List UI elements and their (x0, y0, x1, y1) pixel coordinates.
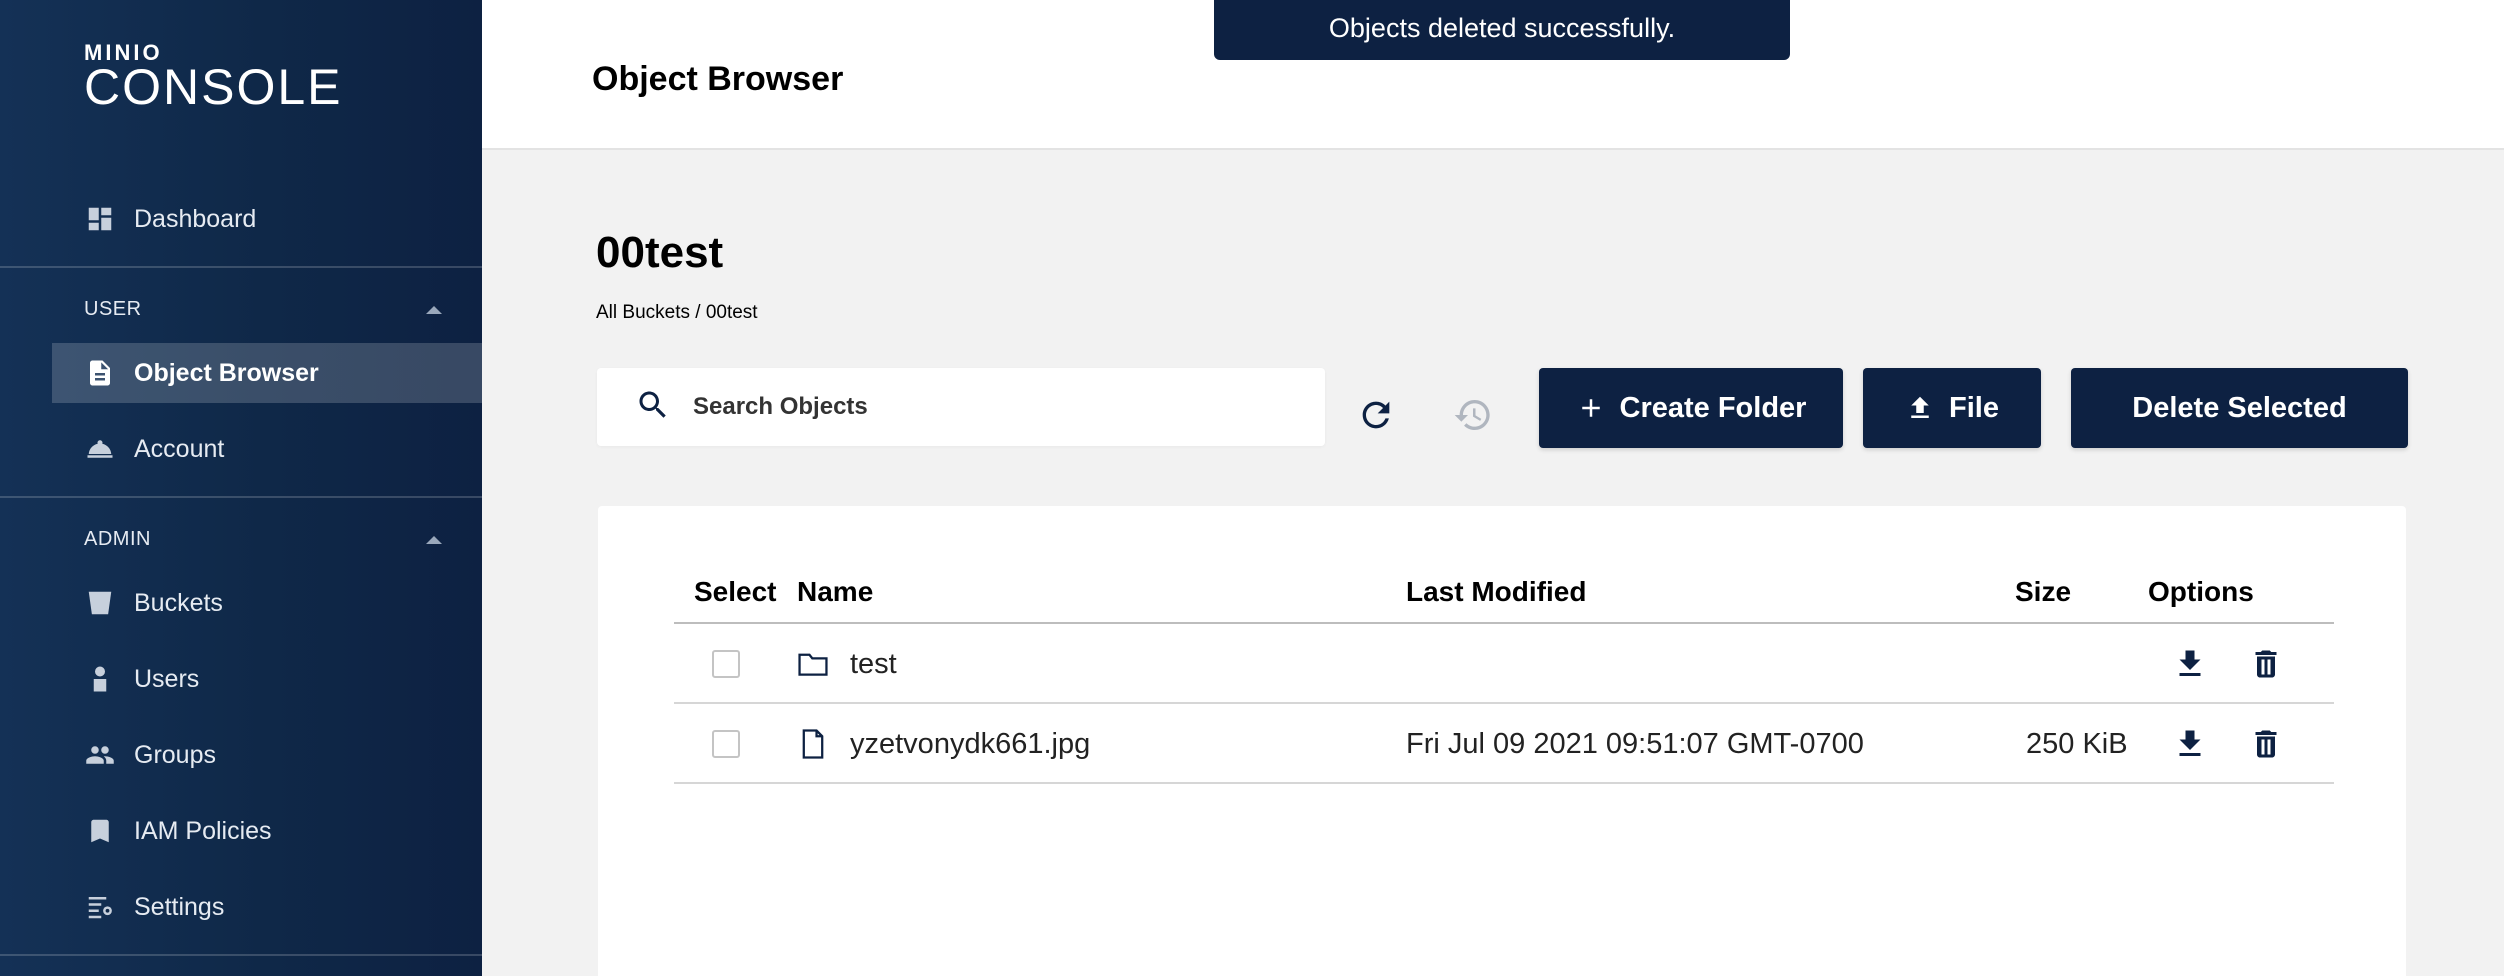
search-box[interactable] (597, 368, 1325, 446)
delete-selected-label: Delete Selected (2132, 391, 2347, 424)
sidebar-item-dashboard[interactable]: Dashboard (52, 189, 482, 249)
object-name[interactable]: yzetvonydk661.jpg (850, 704, 1090, 784)
sidebar-item-groups[interactable]: Groups (52, 725, 482, 785)
column-header-size[interactable]: Size (2015, 576, 2071, 608)
search-input[interactable] (693, 393, 1293, 421)
create-folder-label: Create Folder (1619, 391, 1807, 424)
upload-file-label: File (1949, 391, 1999, 424)
sidebar-item-label: Object Browser (134, 358, 319, 387)
service-bell-icon (84, 433, 116, 465)
bookmark-icon (84, 815, 116, 847)
sidebar-divider (0, 266, 482, 268)
folder-icon (796, 624, 830, 704)
sidebar-divider (0, 954, 482, 956)
search-icon (635, 387, 693, 428)
document-icon (84, 357, 116, 389)
sidebar-item-label: Account (134, 434, 225, 463)
object-name[interactable]: test (850, 624, 897, 704)
table-header: Select Name Last Modified Size Options (674, 564, 2334, 624)
groups-icon (84, 739, 116, 771)
plus-icon (1581, 399, 1600, 417)
sidebar-divider (0, 496, 482, 498)
trash-icon (2255, 730, 2277, 758)
sidebar-item-account[interactable]: Account (52, 419, 482, 479)
success-toast: Objects deleted successfully. (1214, 0, 1790, 60)
sidebar-item-object-browser[interactable]: Object Browser (52, 343, 482, 403)
section-label-admin: ADMIN (84, 528, 151, 550)
column-header-select: Select (694, 576, 777, 607)
rewind-button[interactable] (1448, 390, 1498, 440)
collapse-caret-icon[interactable] (426, 306, 442, 314)
breadcrumb[interactable]: All Buckets / 00test (596, 302, 758, 324)
logo-bottom-text: CONSOLE (84, 59, 343, 115)
refresh-icon (1362, 401, 1390, 429)
download-button[interactable] (2172, 624, 2208, 704)
bucket-icon (84, 587, 116, 619)
user-icon (84, 663, 116, 695)
delete-selected-button[interactable]: Delete Selected (2071, 368, 2408, 448)
file-icon (796, 704, 830, 784)
page-title: Object Browser (592, 60, 844, 98)
minio-console-logo[interactable]: MINIO CONSOLE (84, 42, 343, 115)
table-row[interactable]: test (674, 624, 2334, 704)
refresh-button[interactable] (1351, 390, 1401, 440)
sidebar-item-label: Groups (134, 740, 216, 769)
column-header-name[interactable]: Name (797, 576, 873, 608)
bucket-title: 00test (596, 228, 724, 277)
delete-button[interactable] (2248, 624, 2284, 704)
delete-button[interactable] (2248, 704, 2284, 784)
sidebar-item-label: Settings (134, 892, 225, 921)
column-header-options: Options (2148, 576, 2254, 607)
table-row[interactable]: yzetvonydk661.jpg Fri Jul 09 2021 09:51:… (674, 704, 2334, 784)
sidebar-item-label: Users (134, 664, 200, 693)
dashboard-icon (84, 203, 116, 235)
upload-icon (1911, 396, 1929, 418)
sidebar: MINIO CONSOLE Dashboard USER Object Brow… (0, 0, 482, 976)
page-header: Object Browser Objects deleted successfu… (482, 0, 2504, 150)
row-checkbox[interactable] (712, 730, 740, 758)
row-checkbox[interactable] (712, 650, 740, 678)
sidebar-item-users[interactable]: Users (52, 649, 482, 709)
download-button[interactable] (2172, 704, 2208, 784)
download-icon (2179, 650, 2201, 676)
object-last-modified: Fri Jul 09 2021 09:51:07 GMT-0700 (1406, 727, 1864, 760)
settings-icon (84, 891, 116, 923)
sidebar-item-label: Buckets (134, 588, 223, 617)
create-folder-button[interactable]: Create Folder (1539, 368, 1843, 448)
sidebar-item-settings[interactable]: Settings (52, 877, 482, 937)
section-label-user: USER (84, 298, 142, 320)
upload-file-button[interactable]: File (1863, 368, 2041, 448)
download-icon (2179, 730, 2201, 756)
sidebar-item-label: Dashboard (134, 204, 257, 233)
column-header-last-modified[interactable]: Last Modified (1406, 576, 1586, 608)
object-size: 250 KiB (2026, 727, 2128, 760)
sidebar-item-label: IAM Policies (134, 816, 272, 845)
sidebar-item-iam-policies[interactable]: IAM Policies (52, 801, 482, 861)
history-icon (1454, 400, 1490, 430)
collapse-caret-icon[interactable] (426, 536, 442, 544)
sidebar-item-buckets[interactable]: Buckets (52, 573, 482, 633)
trash-icon (2255, 650, 2277, 678)
